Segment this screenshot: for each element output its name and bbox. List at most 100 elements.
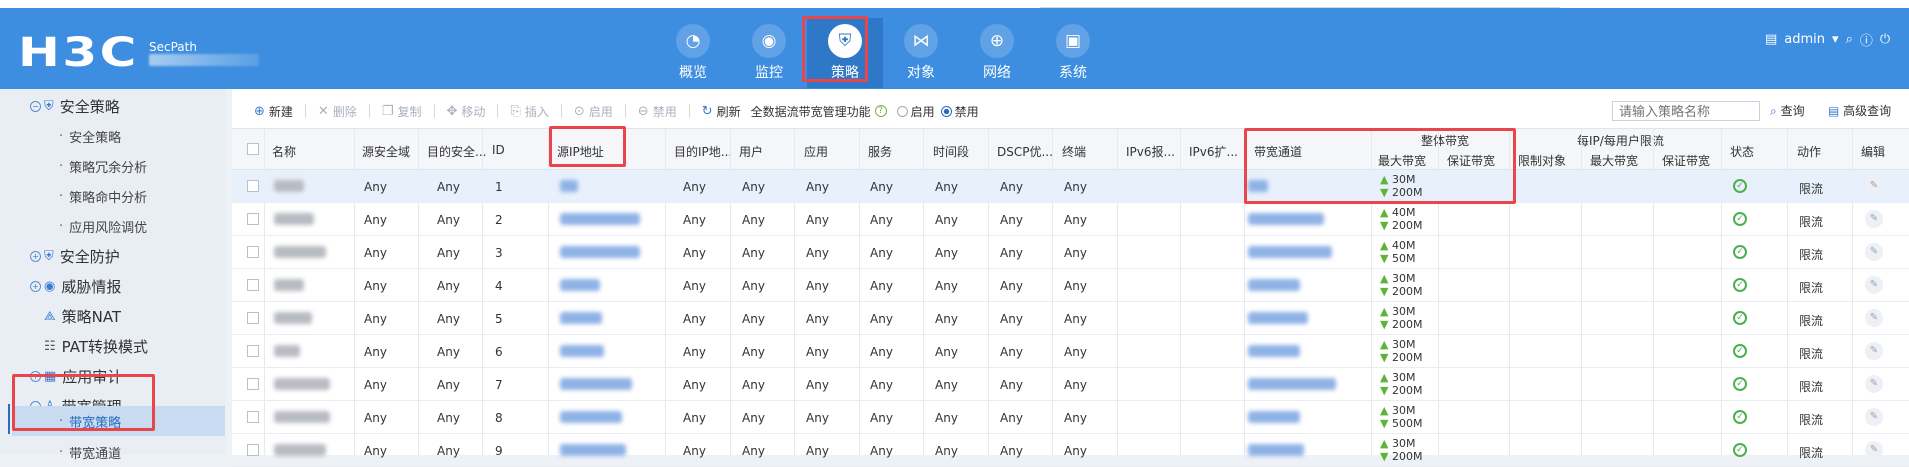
user-menu[interactable]: admin [1784, 32, 1825, 47]
edit-icon[interactable]: ✎ [1865, 375, 1883, 393]
row-checkbox[interactable] [247, 444, 259, 456]
table-row[interactable]: Any Any 4 Any Any Any Any Any Any Any ▲ 30M ▼ 200M ✓… [232, 269, 1909, 302]
row-checkbox[interactable] [247, 411, 259, 423]
arrow-down-icon: ▼ [1380, 252, 1389, 265]
edit-icon[interactable]: ✎ [1865, 177, 1883, 195]
channel-redacted[interactable] [1248, 411, 1300, 426]
col-ipv6-ext[interactable]: IPv6扩... [1189, 143, 1238, 160]
move-button[interactable]: ✥ 移动 [447, 103, 486, 120]
col-terminal[interactable]: 终端 [1062, 143, 1086, 160]
channel-redacted[interactable] [1248, 246, 1332, 261]
row-checkbox[interactable] [247, 213, 259, 225]
edit-icon[interactable]: ✎ [1865, 408, 1883, 426]
col-limit-object[interactable]: 限制对象 [1518, 152, 1566, 169]
col-src-zone[interactable]: 源安全域 [362, 143, 410, 160]
table-row[interactable]: Any Any 1 Any Any Any Any Any Any Any ▲ 30M ▼ 200M ✓… [232, 170, 1909, 203]
col-name[interactable]: 名称 [272, 143, 296, 160]
nav-object[interactable]: ⋈ 对象 [883, 18, 959, 88]
new-button[interactable]: ⊕ 新建 [254, 103, 293, 120]
nav-overview[interactable]: ◔ 概览 [655, 18, 731, 88]
col-ipv6-report[interactable]: IPv6报... [1126, 143, 1175, 160]
disable-radio[interactable] [940, 105, 952, 117]
edit-icon[interactable]: ✎ [1865, 243, 1883, 261]
check-circle-icon[interactable]: ✓ [1733, 278, 1747, 292]
advanced-query-button[interactable]: ▤ 高级查询 [1828, 102, 1891, 119]
col-guarantee-bandwidth-per-ip[interactable]: 保证带宽 [1662, 152, 1710, 169]
table-row[interactable]: Any Any 7 Any Any Any Any Any Any Any ▲ 30M ▼ 200M ✓… [232, 368, 1909, 401]
sidebar-item-security-policy[interactable]: · 安全策略 [0, 121, 225, 151]
check-circle-icon[interactable]: ✓ [1733, 311, 1747, 325]
select-all-checkbox[interactable] [247, 143, 259, 155]
edit-icon[interactable]: ✎ [1865, 309, 1883, 327]
check-circle-icon[interactable]: ✓ [1733, 179, 1747, 193]
channel-redacted[interactable] [1248, 345, 1300, 360]
row-checkbox[interactable] [247, 312, 259, 324]
col-service[interactable]: 服务 [868, 143, 892, 160]
check-circle-icon[interactable]: ✓ [1733, 410, 1747, 424]
refresh-button[interactable]: ↻ 刷新 [702, 103, 741, 120]
table-row[interactable]: Any Any 2 Any Any Any Any Any Any Any ▲ 40M ▼ 200M ✓… [232, 203, 1909, 236]
row-checkbox[interactable] [247, 180, 259, 192]
sidebar-item-pat-mode[interactable]: ☷ PAT转换模式 [0, 331, 225, 361]
help-icon[interactable]: ⓘ [1860, 30, 1873, 49]
table-row[interactable]: Any Any 9 Any Any Any Any Any Any Any ▲ 30M ▼ 200M ✓… [232, 434, 1909, 467]
channel-redacted[interactable] [1248, 279, 1300, 294]
edit-icon[interactable]: ✎ [1865, 210, 1883, 228]
col-action[interactable]: 动作 [1797, 143, 1821, 160]
logout-icon[interactable]: ⏻ [1880, 32, 1890, 47]
col-status[interactable]: 状态 [1730, 143, 1754, 160]
chevron-down-icon[interactable]: ▾ [1832, 32, 1839, 47]
sidebar-item-security-policy-group[interactable]: − ⛨ 安全策略 [0, 91, 225, 121]
delete-button[interactable]: ✕ 删除 [318, 103, 357, 120]
row-checkbox[interactable] [247, 345, 259, 357]
enable-radio[interactable] [896, 105, 908, 117]
col-dst-ip[interactable]: 目的IP地... [674, 143, 732, 160]
enable-button[interactable]: ⊙ 启用 [574, 103, 613, 120]
sidebar-item-hit-analysis[interactable]: · 策略命中分析 [0, 181, 225, 211]
table-row[interactable]: Any Any 5 Any Any Any Any Any Any Any ▲ 30M ▼ 200M ✓… [232, 302, 1909, 335]
table-row[interactable]: Any Any 3 Any Any Any Any Any Any Any ▲ 40M ▼ 50M ✓ 限… [232, 236, 1909, 269]
col-time[interactable]: 时间段 [933, 143, 969, 160]
edit-icon[interactable]: ✎ [1865, 276, 1883, 294]
save-icon[interactable]: ▤ [1765, 32, 1777, 47]
disable-button[interactable]: ⊖ 禁用 [638, 103, 677, 120]
check-circle-icon[interactable]: ✓ [1733, 344, 1747, 358]
sidebar-item-threat-intel[interactable]: + ◉ 威胁情报 [0, 271, 225, 301]
cell-action: 限流 [1799, 182, 1824, 196]
col-user[interactable]: 用户 [739, 143, 763, 160]
col-id[interactable]: ID [492, 143, 505, 157]
check-circle-icon[interactable]: ✓ [1733, 245, 1747, 259]
nav-monitor[interactable]: ◉ 监控 [731, 18, 807, 88]
sidebar-item-policy-nat[interactable]: ⟁ 策略NAT [0, 301, 225, 331]
cell-service: Any [870, 180, 893, 194]
sidebar-item-redundancy-analysis[interactable]: · 策略冗余分析 [0, 151, 225, 181]
edit-icon[interactable]: ✎ [1865, 342, 1883, 360]
check-circle-icon[interactable]: ✓ [1733, 377, 1747, 391]
channel-redacted[interactable] [1248, 378, 1336, 393]
row-checkbox[interactable] [247, 279, 259, 291]
query-button[interactable]: ⌕ 查询 [1770, 102, 1805, 119]
insert-button[interactable]: ⎘ 插入 [510, 103, 548, 120]
sidebar-item-security-protection[interactable]: + ⛨ 安全防护 [0, 241, 225, 271]
help-icon[interactable]: ? [874, 105, 887, 117]
col-dst-zone[interactable]: 目的安全... [427, 143, 486, 160]
row-checkbox[interactable] [247, 246, 259, 258]
sidebar-item-app-risk-tuning[interactable]: · 应用风险调优 [0, 211, 225, 241]
copy-button[interactable]: ❐ 复制 [382, 103, 422, 120]
row-checkbox[interactable] [247, 378, 259, 390]
sidebar-item-bandwidth-channel[interactable]: · 带宽通道 [0, 437, 225, 467]
nav-system[interactable]: ▣ 系统 [1035, 18, 1111, 88]
col-max-bandwidth-per-ip[interactable]: 最大带宽 [1590, 152, 1638, 169]
col-app[interactable]: 应用 [804, 143, 828, 160]
nav-network[interactable]: ⊕ 网络 [959, 18, 1035, 88]
search-icon[interactable]: ⌕ [1846, 32, 1853, 47]
col-dscp[interactable]: DSCP优... [997, 143, 1053, 160]
check-circle-icon[interactable]: ✓ [1733, 212, 1747, 226]
table-row[interactable]: Any Any 6 Any Any Any Any Any Any Any ▲ 30M ▼ 200M ✓… [232, 335, 1909, 368]
edit-icon[interactable]: ✎ [1865, 441, 1883, 459]
channel-redacted[interactable] [1248, 213, 1324, 228]
channel-redacted[interactable] [1248, 444, 1304, 459]
policy-name-search-input[interactable] [1612, 101, 1760, 121]
table-row[interactable]: Any Any 8 Any Any Any Any Any Any Any ▲ 30M ▼ 500M ✓… [232, 401, 1909, 434]
channel-redacted[interactable] [1248, 312, 1308, 327]
